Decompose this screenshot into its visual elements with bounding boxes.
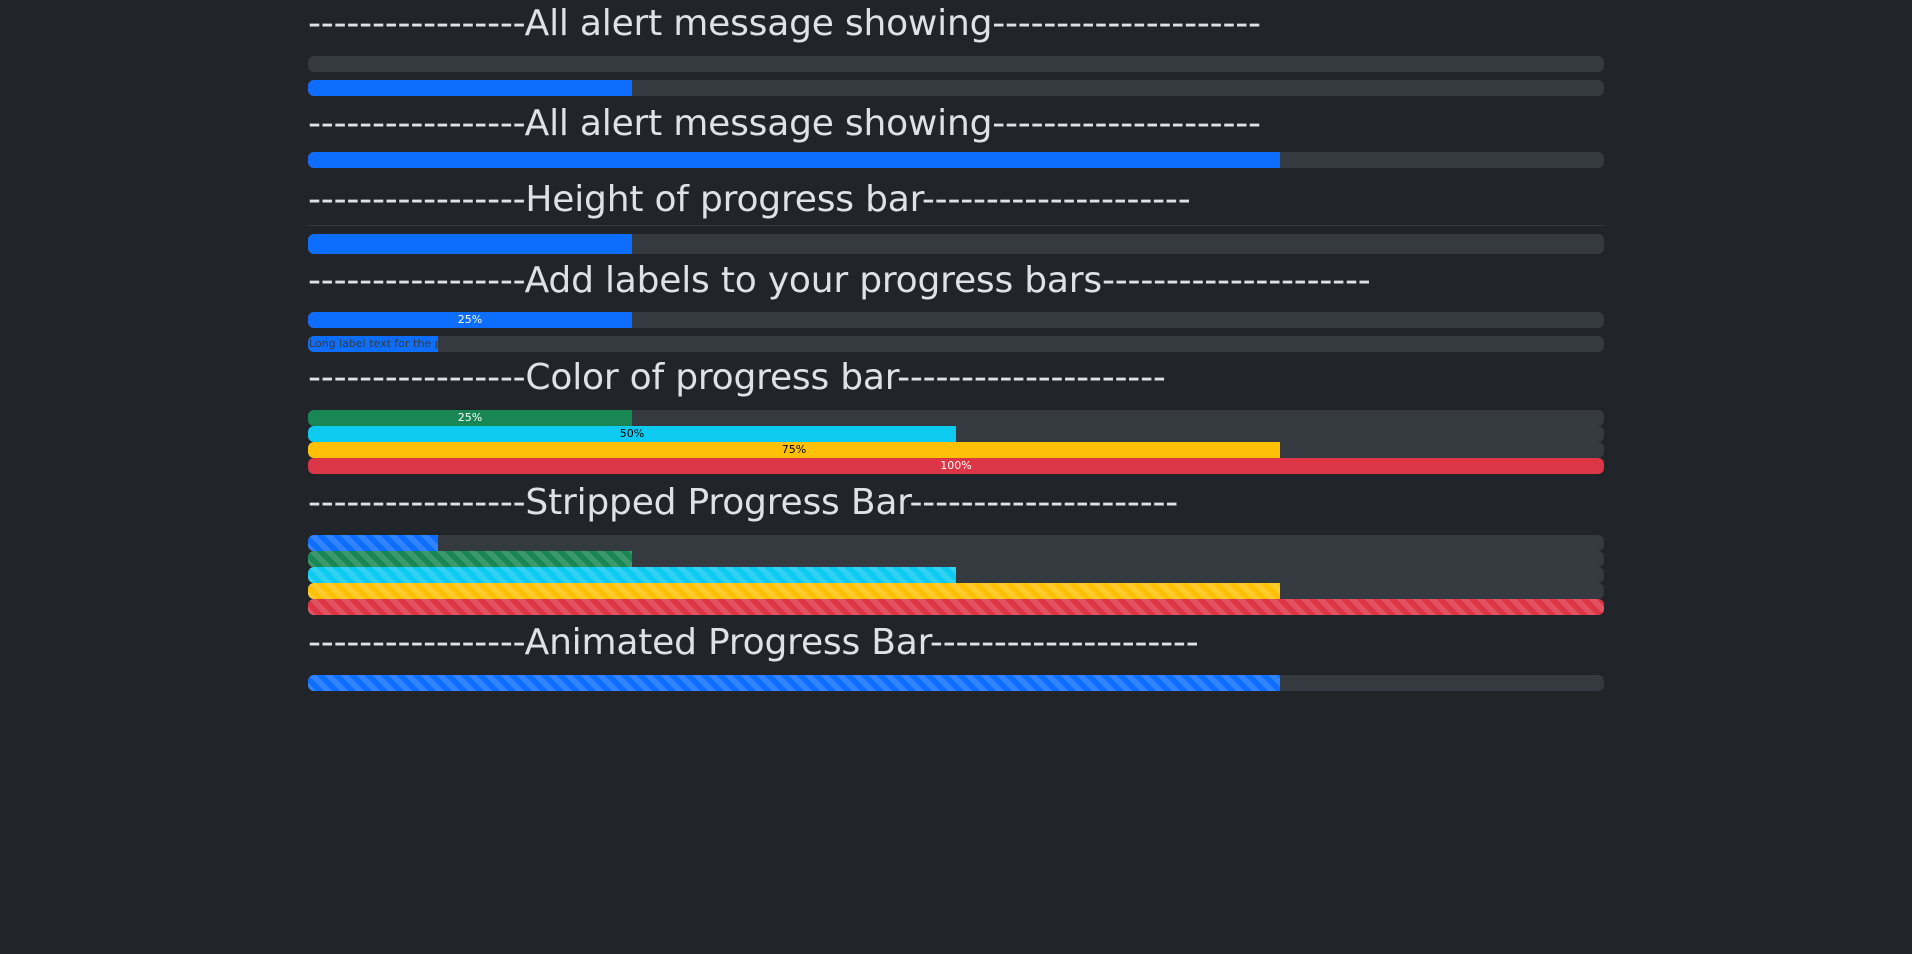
progress-bar-height-25 — [308, 234, 632, 254]
progress-labeled-25: 25% — [308, 312, 1604, 328]
progress-label: 75% — [781, 443, 807, 456]
heading-alert-2: -----------------All alert message showi… — [308, 103, 1261, 144]
progress-bar-danger: 100% — [308, 458, 1604, 474]
progress-bar-info: 50% — [308, 426, 956, 442]
progress-bar-25 — [308, 80, 632, 96]
progress-bar-striped-warning — [308, 583, 1280, 599]
progress-striped-success — [308, 551, 1604, 567]
progress-label: 25% — [457, 411, 483, 424]
progress-long-label: Long label text for the progress bar, se… — [308, 336, 1604, 352]
heading-animated: -----------------Animated Progress Bar--… — [308, 622, 1199, 663]
progress-bar-labeled-25: 25% — [308, 312, 632, 328]
heading-height: -----------------Height of progress bar-… — [308, 179, 1191, 220]
progress-empty — [308, 56, 1604, 72]
heading-color: -----------------Color of progress bar--… — [308, 357, 1166, 398]
heading-labels: -----------------Add labels to your prog… — [308, 260, 1371, 301]
progress-bar-striped-success — [308, 551, 632, 567]
progress-bar-animated — [308, 675, 1280, 691]
progress-striped-info — [308, 567, 1604, 583]
heading-striped: -----------------Stripped Progress Bar--… — [308, 482, 1179, 523]
progress-label: 50% — [619, 427, 645, 440]
progress-bar-75 — [308, 152, 1280, 168]
progress-striped-danger — [308, 599, 1604, 615]
progress-color-warning: 75% — [308, 442, 1604, 458]
progress-label: 100% — [940, 459, 972, 472]
progress-color-success: 25% — [308, 410, 1604, 426]
progress-color-info: 50% — [308, 426, 1604, 442]
main-container: -----------------All alert message showi… — [308, 0, 1604, 691]
progress-25 — [308, 80, 1604, 96]
progress-label: 25% — [457, 313, 483, 326]
progress-bar-success: 25% — [308, 410, 632, 426]
progress-striped-warning — [308, 583, 1604, 599]
progress-striped-primary — [308, 535, 1604, 551]
progress-color-danger: 100% — [308, 458, 1604, 474]
progress-bar-striped-primary — [308, 535, 438, 551]
progress-height-25 — [308, 234, 1604, 254]
progress-animated — [308, 675, 1604, 691]
progress-75 — [308, 152, 1604, 168]
progress-long-label-text: Long label text for the progress bar, se… — [309, 337, 612, 350]
progress-bar-warning: 75% — [308, 442, 1280, 458]
progress-bar-striped-info — [308, 567, 956, 583]
heading-alert-1: -----------------All alert message showi… — [308, 3, 1261, 44]
progress-bar-striped-danger — [308, 599, 1604, 615]
